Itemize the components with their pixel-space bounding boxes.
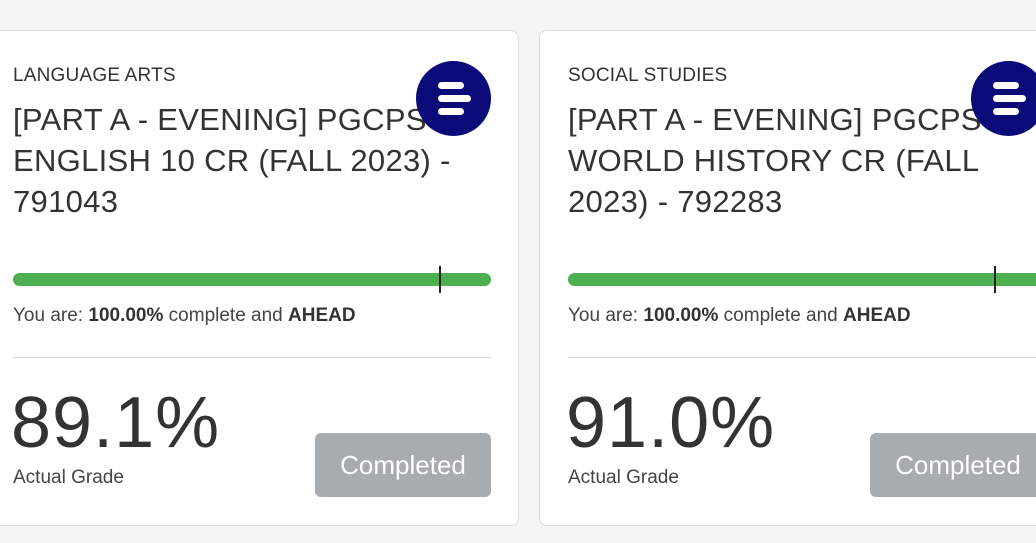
pace-marker	[994, 266, 996, 293]
course-subject: SOCIAL STUDIES	[568, 65, 728, 86]
percent-complete: 100.00%	[643, 305, 719, 326]
actual-grade-label: Actual Grade	[568, 467, 679, 488]
progress-bar	[568, 266, 1036, 293]
pace-status: AHEAD	[288, 305, 356, 326]
course-title[interactable]: [PART A - EVENING] PGCPS WORLD HISTORY C…	[568, 99, 1028, 222]
completed-button[interactable]: Completed	[315, 433, 491, 497]
progress-bar	[13, 266, 491, 293]
actual-grade-value: 89.1%	[11, 383, 221, 463]
divider	[13, 357, 491, 358]
pace-marker	[439, 266, 441, 293]
actual-grade-label: Actual Grade	[13, 467, 124, 488]
progress-fill	[13, 273, 491, 286]
pace-status: AHEAD	[843, 305, 911, 326]
status-middle: complete and	[163, 305, 289, 326]
status-prefix: You are:	[13, 305, 89, 326]
status-prefix: You are:	[568, 305, 644, 326]
course-title[interactable]: [PART A - EVENING] PGCPS ENGLISH 10 CR (…	[13, 99, 473, 222]
percent-complete: 100.00%	[88, 305, 164, 326]
progress-status: You are: 100.00% complete and AHEAD	[568, 305, 911, 327]
status-middle: complete and	[718, 305, 844, 326]
course-card: LANGUAGE ARTS [PART A - EVENING] PGCPS E…	[0, 30, 519, 526]
edgenuity-logo-icon	[416, 61, 491, 136]
progress-status: You are: 100.00% complete and AHEAD	[13, 305, 356, 327]
completed-button[interactable]: Completed	[870, 433, 1036, 497]
divider	[568, 357, 1036, 358]
edgenuity-logo-icon	[971, 61, 1036, 136]
actual-grade-value: 91.0%	[566, 383, 776, 463]
course-subject: LANGUAGE ARTS	[13, 65, 176, 86]
course-card: SOCIAL STUDIES [PART A - EVENING] PGCPS …	[539, 30, 1036, 526]
progress-fill	[568, 273, 1036, 286]
